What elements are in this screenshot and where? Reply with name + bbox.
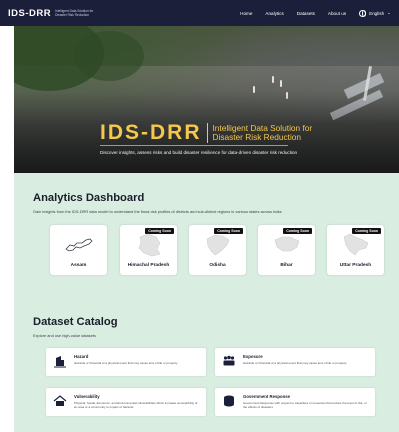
state-name: Bihar <box>280 263 293 268</box>
analytics-title: Analytics Dashboard <box>33 192 145 204</box>
uttar-pradesh-map-icon <box>343 233 369 256</box>
hero-description: Discover insights, assess risks and buil… <box>100 150 298 155</box>
analytics-subtitle: Gain insights from the IDS-DRR data mode… <box>33 209 283 214</box>
hazard-icon <box>54 356 66 368</box>
dataset-title: Hazard <box>74 354 89 359</box>
language-selector[interactable]: English ⌄ <box>359 9 391 17</box>
dataset-description: Physical, Social, Economic, and Environm… <box>74 401 198 409</box>
hero-heading: IDS-DRR Intelligent Data Solution for Di… <box>100 121 312 145</box>
chevron-down-icon: ⌄ <box>387 10 391 15</box>
nav-datasets-link[interactable]: Datasets <box>297 11 315 16</box>
state-name: Uttar Pradesh <box>339 263 372 268</box>
top-navigation: IDS-DRR Intelligent Data Solution for Di… <box>0 0 399 26</box>
dataset-title: Government Response <box>243 394 291 399</box>
dataset-card-hazard[interactable]: Hazard Hazards or Potential of a physica… <box>46 348 206 376</box>
catalog-title: Dataset Catalog <box>33 316 118 328</box>
hero-title: IDS-DRR <box>100 121 202 144</box>
hero-banner: IDS-DRR Intelligent Data Solution for Di… <box>14 26 399 173</box>
government-response-icon <box>224 395 234 407</box>
nav-home-link[interactable]: Home <box>240 11 252 16</box>
dataset-card-exposure[interactable]: Exposure Hazards or Potential of a physi… <box>215 348 375 376</box>
brand-tagline: Intelligent Data Solution for Disaster R… <box>55 9 94 17</box>
dataset-card-government-response[interactable]: Government Response Government Response … <box>215 388 375 416</box>
state-name: Himachal Pradesh <box>127 263 170 268</box>
hero-divider <box>206 123 208 143</box>
state-card-uttar-pradesh[interactable]: Coming Soon Uttar Pradesh <box>327 225 384 275</box>
exposure-icon <box>223 355 235 366</box>
hero-underline <box>100 145 288 146</box>
state-card-odisha[interactable]: Coming Soon Odisha <box>189 225 246 275</box>
hero-subtitle-line2: Disaster Risk Reduction <box>212 132 302 142</box>
bihar-map-icon <box>274 236 300 252</box>
nav-links: Home Analytics Datasets About us English… <box>240 9 391 17</box>
himachal-pradesh-map-icon <box>138 233 161 257</box>
dataset-description: Government Response with respect to capa… <box>243 401 367 409</box>
dataset-title: Exposure <box>243 354 263 359</box>
brand-logo[interactable]: IDS-DRR Intelligent Data Solution for Di… <box>8 8 95 19</box>
state-name: Odisha <box>209 263 226 268</box>
vulnerability-icon <box>53 395 67 406</box>
dataset-card-vulnerability[interactable]: Vulnerability Physical, Social, Economic… <box>46 388 206 416</box>
nav-about-link[interactable]: About us <box>328 11 346 16</box>
nav-analytics-link[interactable]: Analytics <box>265 11 283 16</box>
state-card-bihar[interactable]: Coming Soon Bihar <box>258 225 315 275</box>
dataset-title: Vulnerability <box>74 394 100 399</box>
dataset-description: Hazards or Potential of a physical event… <box>74 361 178 365</box>
state-name: Assam <box>70 263 87 268</box>
catalog-subtitle: Explore and use high-value datasets <box>33 333 96 338</box>
brand-name: IDS-DRR <box>8 7 52 19</box>
odisha-map-icon <box>206 234 230 256</box>
language-label: English <box>369 10 385 16</box>
state-card-himachal-pradesh[interactable]: Coming Soon Himachal Pradesh <box>120 225 177 275</box>
dataset-description: Hazards or Potential of a physical event… <box>243 361 347 365</box>
state-card-assam[interactable]: Assam <box>50 225 107 275</box>
globe-icon <box>359 9 367 17</box>
assam-map-icon <box>65 238 93 252</box>
hero-subtitle: Intelligent Data Solution for Disaster R… <box>213 124 313 142</box>
